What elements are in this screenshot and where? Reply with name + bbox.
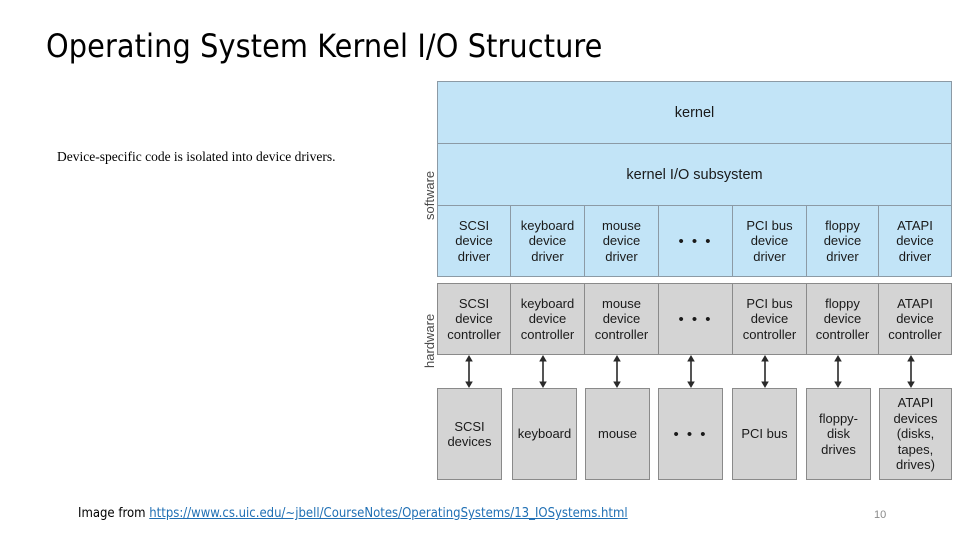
physical-device-box: PCI bus: [732, 388, 797, 480]
footer-prefix: Image from: [78, 506, 150, 521]
software-layer-block: kernel kernel I/O subsystem SCSI device dr…: [437, 81, 952, 277]
source-link[interactable]: https://www.cs.uic.edu/~jbell/CourseNote…: [149, 506, 627, 521]
device-controller-label: mouse device controller: [594, 295, 649, 342]
double-arrow-icon: [758, 355, 772, 388]
physical-device-box: mouse: [585, 388, 650, 480]
physical-device-box: SCSI devices: [437, 388, 502, 480]
device-controller-cell: floppy device controller: [807, 284, 879, 354]
double-arrow-icon: [610, 355, 624, 388]
body-text: Device-specific code is isolated into de…: [57, 149, 336, 164]
page-number: 10: [874, 509, 887, 521]
device-controller-label: SCSI device controller: [447, 295, 501, 342]
slide-canvas: Operating System Kernel I/O Structure De…: [0, 0, 960, 540]
double-arrow-icon: [536, 355, 550, 388]
physical-device-box: ATAPI devices (disks, tapes, drives): [879, 388, 952, 480]
physical-device-label: PCI bus: [741, 426, 788, 442]
device-driver-cell: keyboard device driver: [511, 206, 585, 276]
device-driver-label: SCSI device driver: [455, 217, 493, 264]
device-controller-label: ATAPI device controller: [888, 295, 942, 342]
physical-device-box: keyboard: [512, 388, 577, 480]
device-controller-ellipsis: • • •: [678, 310, 713, 328]
device-controller-label: floppy device controller: [815, 295, 870, 342]
device-driver-ellipsis: • • •: [678, 232, 713, 250]
device-driver-row: SCSI device driver keyboard device driver mous…: [438, 206, 951, 276]
device-driver-label: ATAPI device driver: [896, 217, 934, 264]
physical-device-box: • • •: [658, 388, 723, 480]
physical-device-ellipsis: • • •: [673, 425, 708, 443]
device-controller-cell: SCSI device controller: [438, 284, 511, 354]
band-kernel: kernel: [438, 82, 951, 144]
physical-device-box: floppy-disk drives: [806, 388, 871, 480]
page-title: Operating System Kernel I/O Structure: [46, 27, 603, 65]
physical-device-label: SCSI devices: [447, 418, 492, 450]
device-controller-cell: PCI bus device controller: [733, 284, 807, 354]
kernel-io-structure-diagram: software hardware kernel kernel I/O subs…: [400, 78, 956, 488]
device-driver-cell: mouse device driver: [585, 206, 659, 276]
device-driver-cell: floppy device driver: [807, 206, 879, 276]
double-arrow-icon: [831, 355, 845, 388]
device-controller-label: PCI bus device controller: [742, 295, 797, 342]
device-controller-cell: keyboard device controller: [511, 284, 585, 354]
device-driver-label: keyboard device driver: [520, 217, 575, 264]
device-driver-label: mouse device driver: [601, 217, 642, 264]
double-arrow-icon: [462, 355, 476, 388]
physical-device-label: mouse: [597, 426, 638, 442]
double-arrow-icon: [904, 355, 918, 388]
physical-device-label: ATAPI devices (disks, tapes, drives): [893, 395, 938, 473]
device-driver-cell: SCSI device driver: [438, 206, 511, 276]
device-controller-label: keyboard device controller: [520, 295, 575, 342]
band-kernel-io-subsystem: kernel I/O subsystem: [438, 144, 951, 206]
source-attribution: Image from https://www.cs.uic.edu/~jbell…: [78, 506, 628, 521]
device-driver-label: floppy device driver: [823, 217, 862, 264]
device-controller-cell: mouse device controller: [585, 284, 659, 354]
axis-label-hardware: hardware: [422, 313, 437, 368]
controller-device-arrows: [437, 355, 952, 388]
physical-device-label: keyboard: [517, 426, 572, 442]
axis-label-software: software: [422, 170, 437, 220]
device-driver-cell: ATAPI device driver: [879, 206, 951, 276]
device-driver-cell: PCI bus device driver: [733, 206, 807, 276]
double-arrow-icon: [684, 355, 698, 388]
device-controller-row: SCSI device controller keyboard device contro…: [437, 283, 952, 355]
device-driver-label: PCI bus device driver: [746, 217, 793, 264]
physical-device-label: floppy-disk drives: [818, 410, 859, 457]
device-driver-cell: • • •: [659, 206, 733, 276]
device-controller-cell: ATAPI device controller: [879, 284, 951, 354]
device-controller-cell: • • •: [659, 284, 733, 354]
physical-device-row: SCSI devices keyboard mouse • • • PCI bus flop…: [437, 388, 952, 480]
